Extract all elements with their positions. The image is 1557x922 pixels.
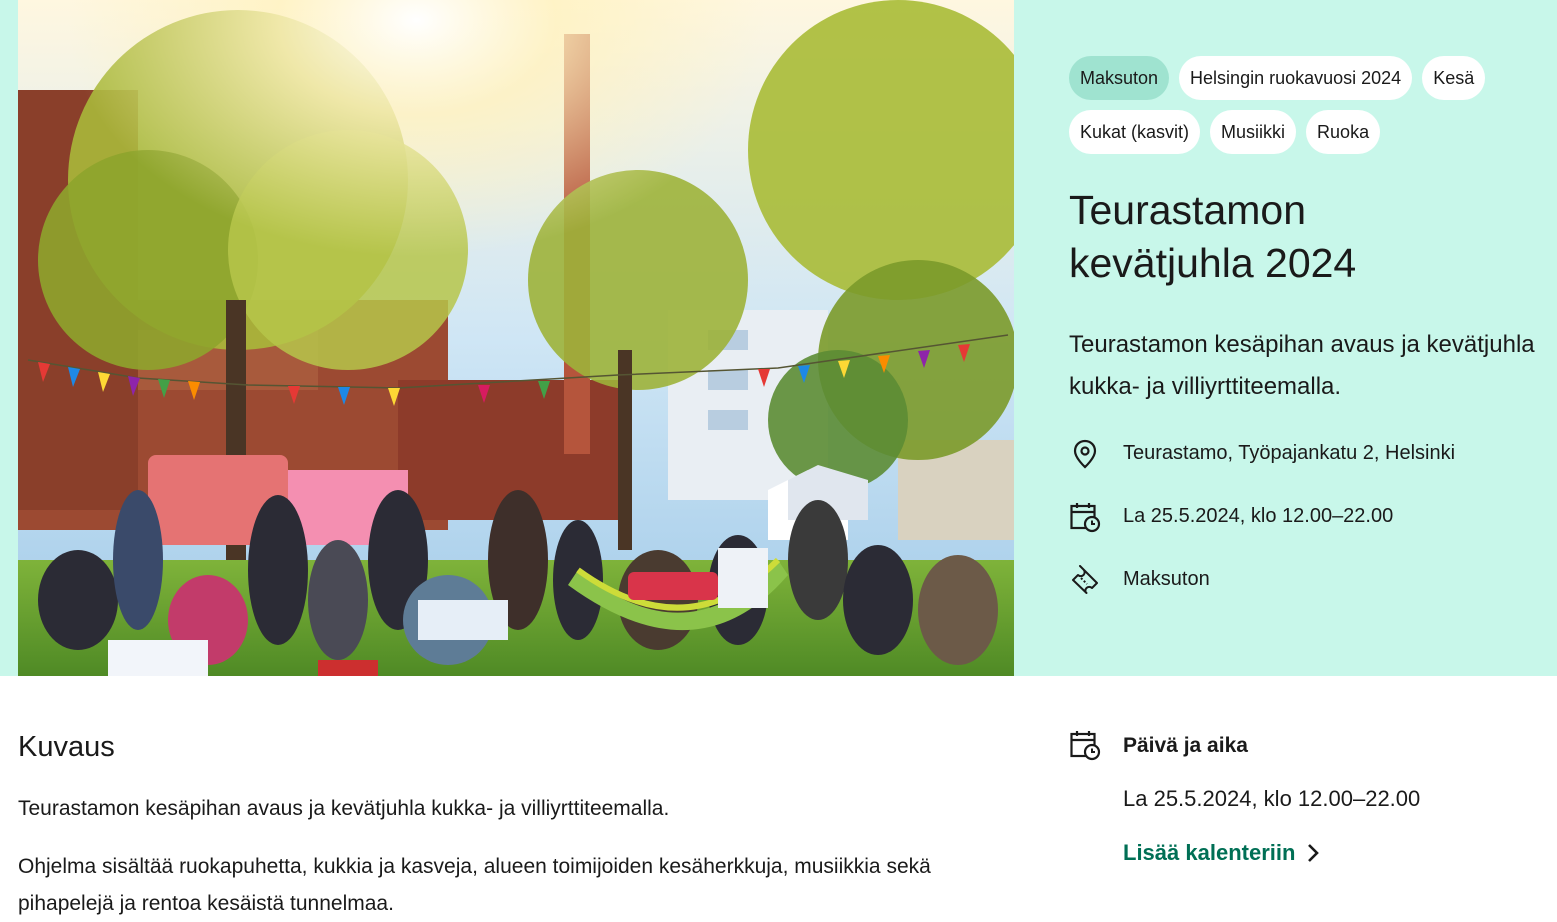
keyword-tags: Maksuton Helsingin ruokavuosi 2024 Kesä …	[1069, 56, 1519, 154]
event-lead: Teurastamon kesäpihan avaus ja kevätjuhl…	[1069, 331, 1535, 400]
date-time-heading: Päivä ja aika	[1123, 734, 1248, 757]
ticket-icon	[1069, 564, 1101, 596]
location-pin-icon	[1069, 438, 1101, 470]
sidebar-date-text: La 25.5.2024, klo 12.00–22.00	[1123, 786, 1421, 811]
location-row: Teurastamo, Työpajankatu 2, Helsinki	[1069, 422, 1539, 485]
location-text: Teurastamo, Työpajankatu 2, Helsinki	[1123, 442, 1456, 464]
tag-kesa[interactable]: Kesä	[1422, 56, 1486, 100]
event-title: Teurastamon kevätjuhla 2024	[1069, 184, 1539, 290]
event-meta: Teurastamo, Työpajankatu 2, Helsinki La …	[1069, 422, 1539, 611]
chevron-right-icon	[1308, 844, 1320, 862]
event-hero: Maksuton Helsingin ruokavuosi 2024 Kesä …	[0, 0, 1557, 676]
price-row: Maksuton	[1069, 548, 1539, 611]
add-to-calendar-label: Lisää kalenteriin	[1123, 840, 1296, 865]
calendar-clock-icon	[1069, 501, 1101, 533]
event-image	[18, 0, 1014, 676]
event-info: Maksuton Helsingin ruokavuosi 2024 Kesä …	[1069, 56, 1539, 611]
tag-musiikki[interactable]: Musiikki	[1210, 110, 1297, 154]
event-title-line1: Teurastamon	[1069, 187, 1307, 233]
description-paragraph-1: Teurastamon kesäpihan avaus ja kevätjuhl…	[18, 797, 670, 820]
date-time-header: Päivä ja aika	[1069, 728, 1539, 762]
date-time-sidebar: Päivä ja aika La 25.5.2024, klo 12.00–22…	[1069, 728, 1539, 866]
tag-maksuton[interactable]: Maksuton	[1069, 56, 1170, 100]
event-title-line2: kevätjuhla 2024	[1069, 240, 1357, 286]
description-paragraph-2: Ohjelma sisältää ruokapuhetta, kukkia ja…	[18, 855, 931, 915]
add-to-calendar-link[interactable]: Lisää kalenteriin	[1123, 840, 1320, 866]
datetime-row: La 25.5.2024, klo 12.00–22.00	[1069, 485, 1539, 548]
tag-kukat[interactable]: Kukat (kasvit)	[1069, 110, 1201, 154]
tag-helsingin-ruokavuosi[interactable]: Helsingin ruokavuosi 2024	[1179, 56, 1413, 100]
tag-ruoka[interactable]: Ruoka	[1306, 110, 1381, 154]
description-section: Kuvaus Teurastamon kesäpihan avaus ja ke…	[18, 728, 1008, 922]
datetime-text: La 25.5.2024, klo 12.00–22.00	[1123, 505, 1394, 527]
description-heading: Kuvaus	[18, 731, 115, 763]
calendar-clock-icon	[1069, 728, 1101, 762]
price-text: Maksuton	[1123, 568, 1210, 590]
